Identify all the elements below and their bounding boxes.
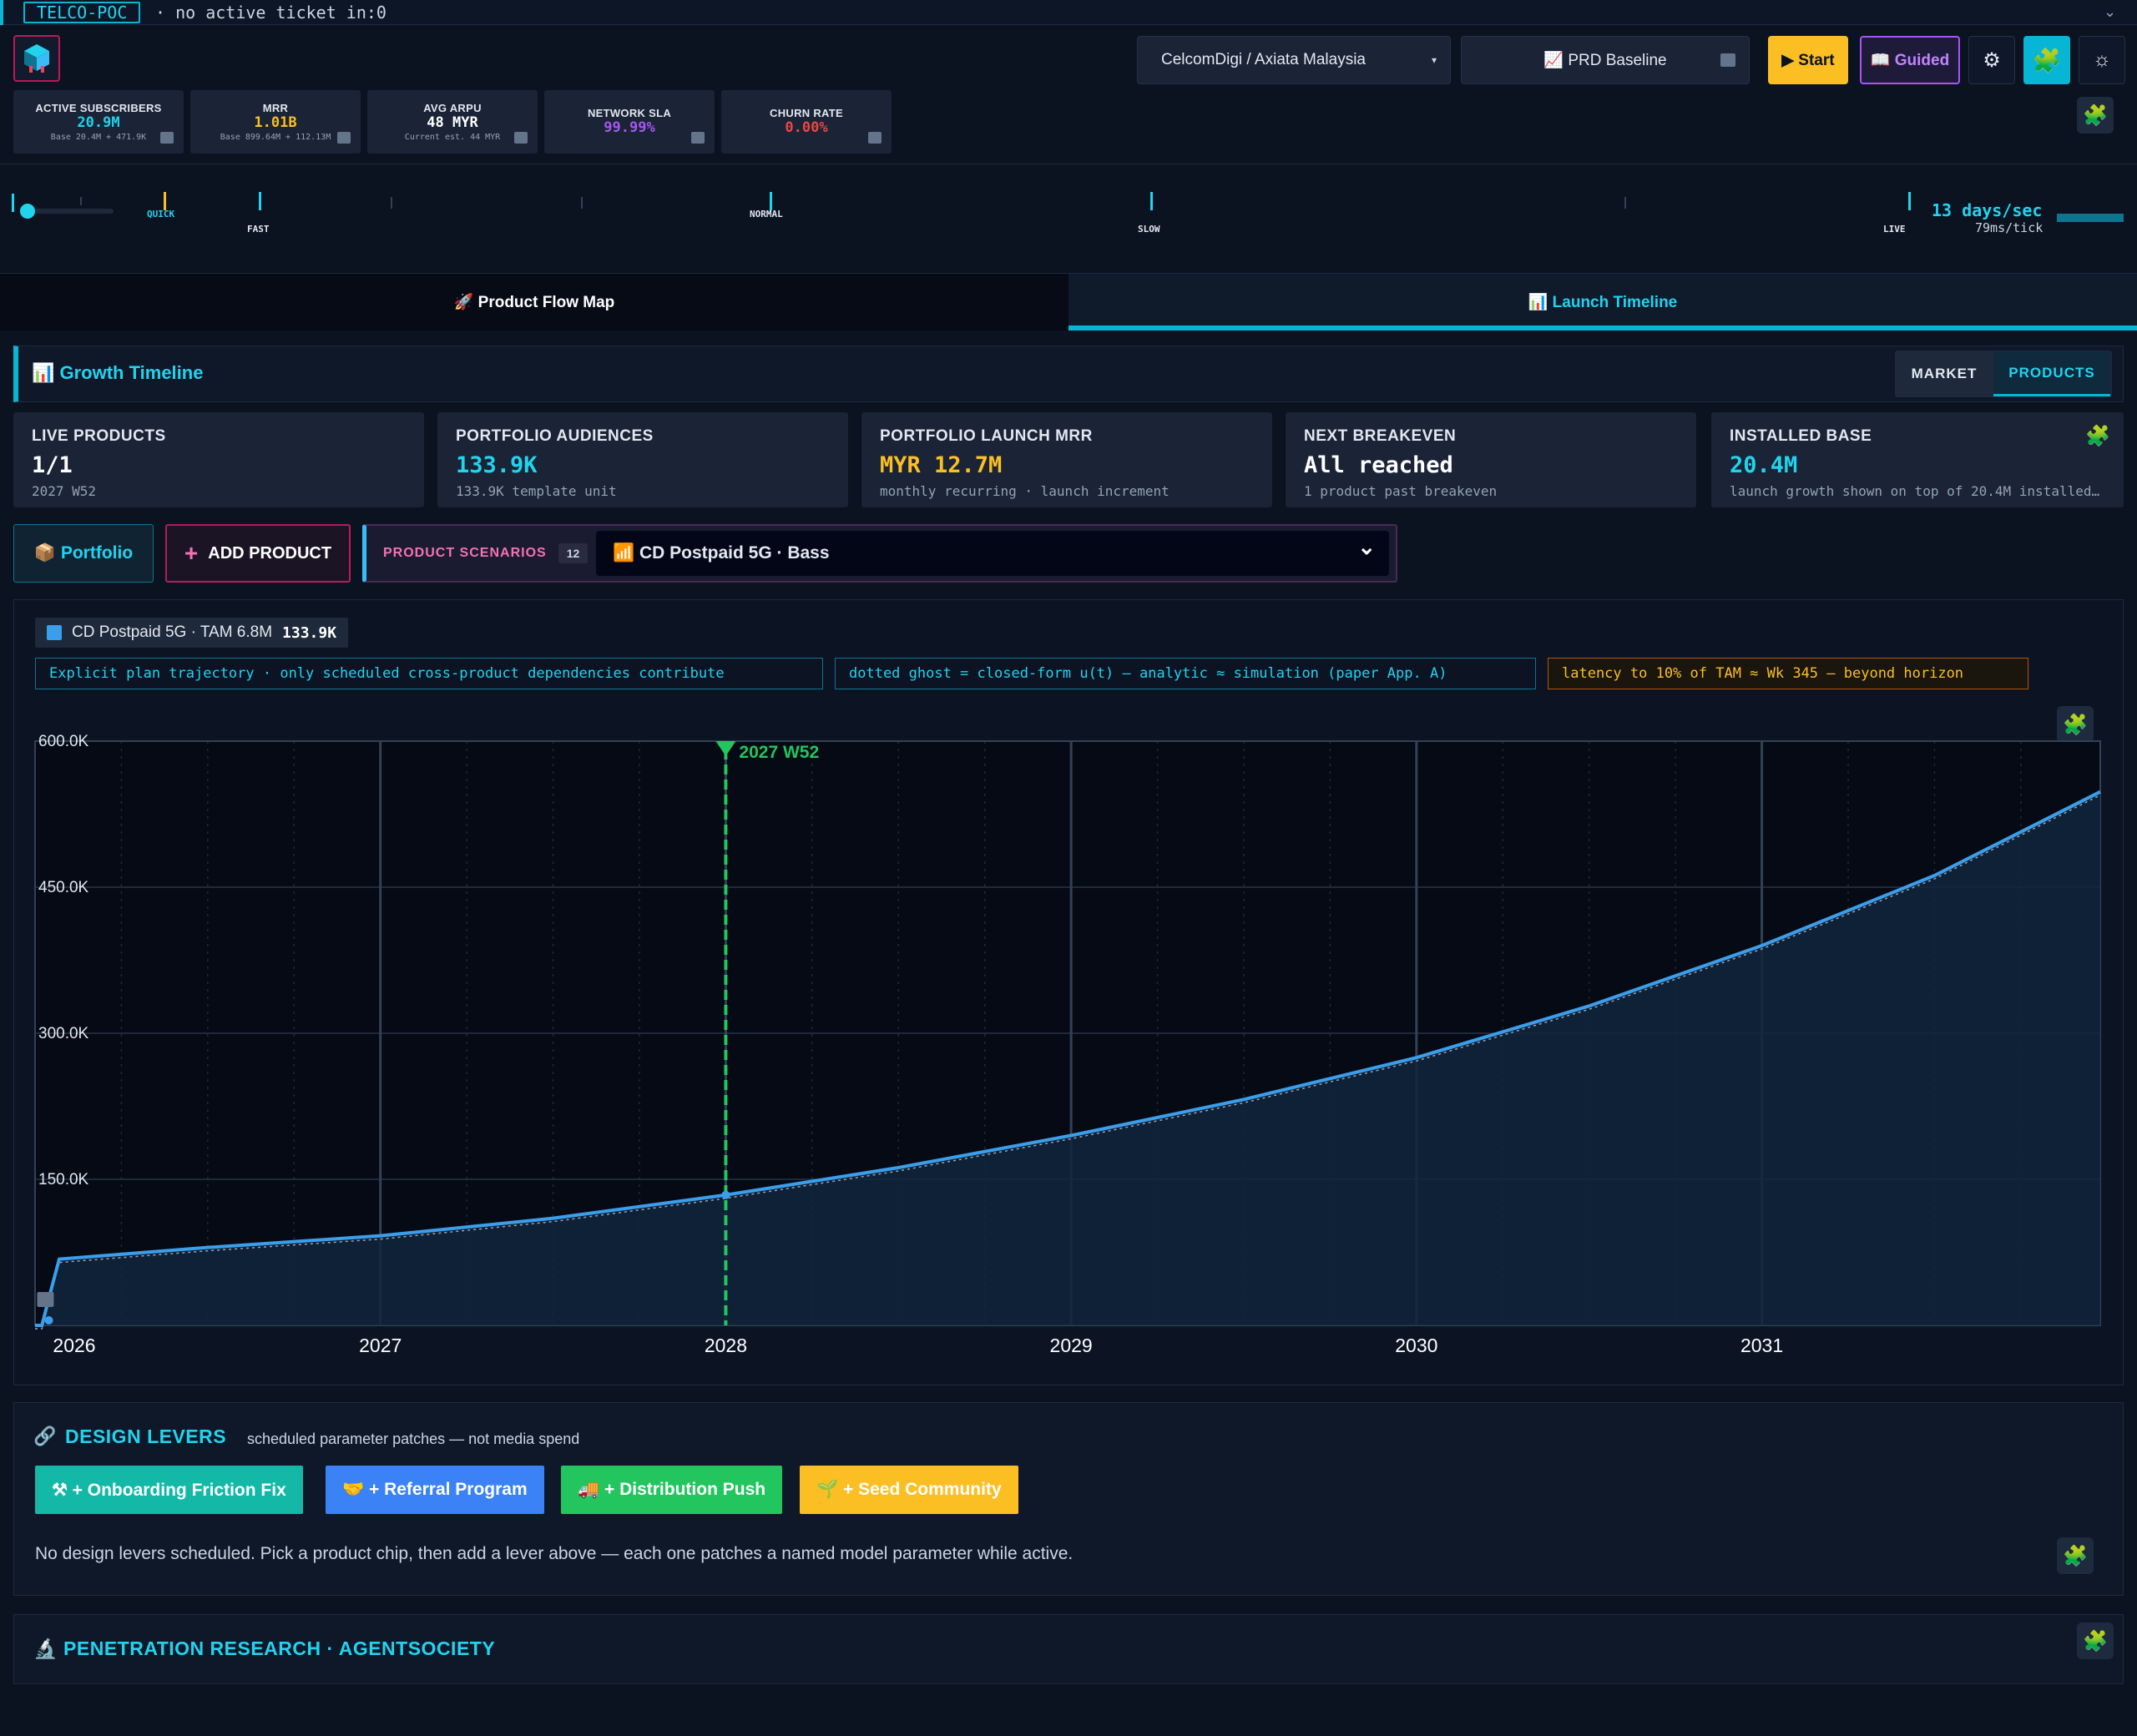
puzzle-icon[interactable]: 🧩 bbox=[2057, 1537, 2094, 1574]
current-point bbox=[721, 1190, 730, 1199]
x-tick-label: 2029 bbox=[1050, 1335, 1093, 1356]
x-tick-label: 2028 bbox=[705, 1335, 747, 1356]
current-marker-label: 2027 W52 bbox=[739, 743, 819, 762]
y-tick-label: 300.0K bbox=[38, 1025, 89, 1042]
lever-referral-program-button[interactable]: 🤝 + Referral Program bbox=[326, 1466, 544, 1514]
x-tick-label: 2027 bbox=[359, 1335, 402, 1356]
y-tick-label: 450.0K bbox=[38, 879, 89, 896]
growth-chart[interactable]: 2027 W52 600.0K 450.0K 300.0K 150.0K 2026 202… bbox=[0, 0, 2137, 1385]
levers-empty-message: No design levers scheduled. Pick a produ… bbox=[35, 1544, 1074, 1563]
design-levers-subtitle: scheduled parameter patches — not media … bbox=[247, 1431, 580, 1447]
puzzle-icon[interactable]: 🧩 bbox=[2077, 1622, 2114, 1659]
lever-onboarding-friction-fix-button[interactable]: ⚒ + Onboarding Friction Fix bbox=[35, 1466, 303, 1514]
x-tick-label: 2030 bbox=[1395, 1335, 1437, 1356]
lever-distribution-push-button[interactable]: 🚚 + Distribution Push bbox=[561, 1466, 783, 1514]
y-tick-label: 150.0K bbox=[38, 1171, 89, 1188]
design-levers-title: DESIGN LEVERS bbox=[65, 1426, 227, 1447]
y-tick-label: 600.0K bbox=[38, 733, 89, 750]
x-tick-label: 2031 bbox=[1740, 1335, 1783, 1356]
x-tick-label: 2026 bbox=[53, 1335, 95, 1356]
link-icon: 🔗 bbox=[33, 1426, 57, 1446]
penetration-research-title[interactable]: 🔬 PENETRATION RESEARCH · AGENTSOCIETY bbox=[33, 1638, 495, 1660]
launch-bar-icon bbox=[37, 1292, 54, 1307]
lever-seed-community-button[interactable]: 🌱 + Seed Community bbox=[800, 1466, 1018, 1514]
launch-point bbox=[44, 1316, 53, 1325]
